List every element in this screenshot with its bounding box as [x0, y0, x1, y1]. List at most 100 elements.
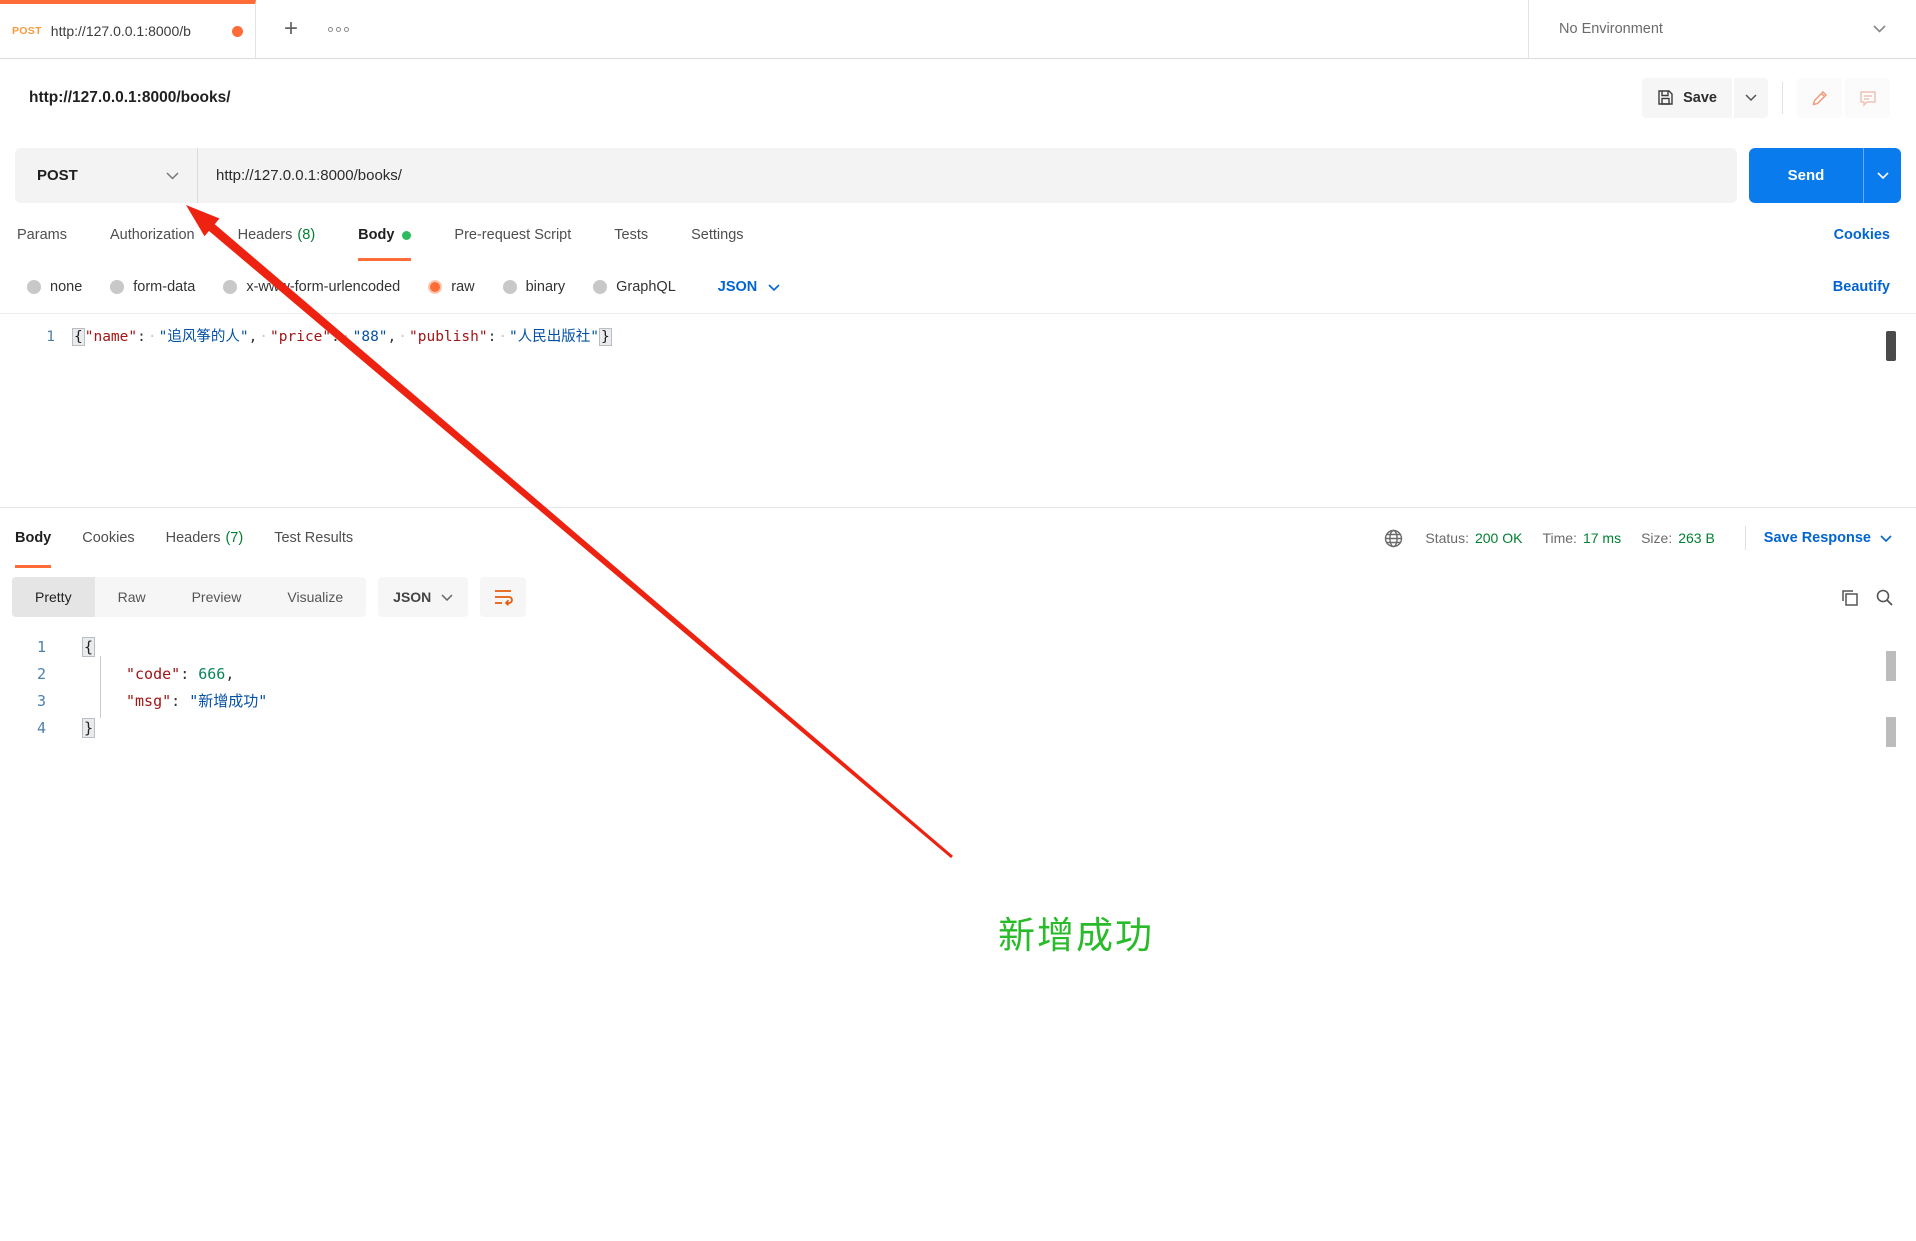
url-input[interactable]: http://127.0.0.1:8000/books/	[198, 167, 402, 184]
radio-urlencoded[interactable]: x-www-form-urlencoded	[223, 279, 400, 295]
open-brace: {	[72, 328, 85, 346]
request-tab[interactable]: POST http://127.0.0.1:8000/b	[0, 0, 256, 58]
tab-pre-request-label: Pre-request Script	[454, 227, 572, 243]
response-view-switch: Pretty Raw Preview Visualize	[12, 577, 367, 617]
headers-count-badge: (8)	[297, 227, 316, 243]
editor-scrollbar[interactable]	[1886, 331, 1896, 361]
tab-tests[interactable]: Tests	[614, 209, 648, 261]
tab-title: http://127.0.0.1:8000/b	[50, 23, 191, 39]
status-label: Status:	[1425, 530, 1469, 546]
environment-label: No Environment	[1559, 21, 1663, 37]
size-label: Size:	[1641, 530, 1673, 546]
globe-icon[interactable]	[1384, 529, 1403, 548]
colon: :	[331, 329, 340, 345]
tab-headers[interactable]: Headers (8)	[238, 209, 316, 261]
radio-form-data-label: form-data	[133, 279, 196, 295]
response-tabs: Body Cookies Headers (7) Test Results St…	[0, 508, 1916, 568]
method-label: POST	[37, 167, 78, 184]
tab-authorization[interactable]: Authorization	[110, 209, 195, 261]
chevron-down-icon	[1876, 172, 1889, 179]
radio-form-data[interactable]: form-data	[110, 279, 195, 295]
json-key: "code"	[126, 664, 181, 683]
pencil-icon	[1811, 90, 1827, 106]
radio-raw[interactable]: raw	[428, 279, 475, 295]
bracket-guide-line	[100, 656, 101, 718]
search-icon[interactable]	[1875, 588, 1894, 607]
chevron-down-icon	[768, 283, 780, 291]
whitespace-dot: ·	[259, 329, 269, 345]
response-body-viewer[interactable]: 1 { 2 "code":666, 3 "msg": "新增成功" 4 }	[0, 626, 1916, 741]
radio-binary[interactable]: binary	[502, 279, 565, 295]
send-button[interactable]: Send	[1749, 148, 1863, 203]
response-tab-body[interactable]: Body	[15, 508, 52, 568]
whitespace-dot: ·	[341, 329, 351, 345]
response-tab-cookies[interactable]: Cookies	[82, 508, 134, 568]
raw-format-dropdown[interactable]: JSON	[718, 279, 781, 295]
chevron-down-icon	[166, 171, 179, 180]
edit-button[interactable]	[1797, 77, 1842, 118]
word-wrap-button[interactable]	[480, 577, 527, 617]
size-value: 263 B	[1678, 530, 1715, 546]
json-value: "新增成功"	[189, 692, 268, 710]
response-toolbar: Pretty Raw Preview Visualize JSON	[0, 568, 1916, 626]
comma: ,	[248, 329, 258, 345]
tab-bar: POST http://127.0.0.1:8000/b + No Enviro…	[0, 0, 1916, 59]
response-tab-test-results[interactable]: Test Results	[274, 508, 353, 568]
request-body-editor[interactable]: 1 {"name": · "追风筝的人", · "price": · "88", · "publ…	[0, 313, 1916, 508]
view-raw[interactable]: Raw	[95, 577, 169, 617]
tab-settings[interactable]: Settings	[691, 209, 743, 261]
json-value: 666	[198, 664, 226, 683]
view-pretty[interactable]: Pretty	[12, 577, 95, 617]
send-options-button[interactable]	[1863, 148, 1901, 203]
cookies-link[interactable]: Cookies	[1834, 209, 1890, 261]
open-brace: {	[82, 636, 96, 657]
save-options-button[interactable]	[1734, 77, 1768, 118]
copy-icon[interactable]	[1840, 588, 1859, 607]
time-label: Time:	[1542, 530, 1577, 546]
view-visualize[interactable]: Visualize	[264, 577, 366, 617]
request-builder-row: POST http://127.0.0.1:8000/books/ Send	[15, 148, 1901, 203]
line-number: 3	[36, 691, 46, 710]
view-preview[interactable]: Preview	[169, 577, 265, 617]
radio-graphql[interactable]: GraphQL	[593, 279, 676, 295]
radio-none-label: none	[50, 279, 83, 295]
tab-settings-label: Settings	[691, 227, 744, 243]
response-tab-headers[interactable]: Headers (7)	[166, 508, 244, 568]
whitespace-dot: ·	[147, 329, 157, 345]
radio-circle-icon	[27, 280, 41, 294]
request-tabs: Params Authorization Headers (8) Body Pr…	[0, 209, 1916, 261]
whitespace-dot: ·	[498, 329, 508, 345]
response-format-label: JSON	[393, 589, 432, 605]
radio-urlencoded-label: x-www-form-urlencoded	[246, 279, 401, 295]
response-format-dropdown[interactable]: JSON	[378, 577, 469, 617]
url-bar: POST http://127.0.0.1:8000/books/	[15, 148, 1737, 203]
chevron-down-icon	[1745, 94, 1757, 101]
response-scrollbar[interactable]	[1886, 717, 1896, 747]
tab-pre-request-script[interactable]: Pre-request Script	[454, 209, 571, 261]
more-tabs-icon[interactable]	[328, 26, 350, 32]
method-dropdown[interactable]: POST	[15, 148, 198, 203]
radio-selected-icon	[428, 280, 443, 294]
code-line: 4 }	[0, 714, 1916, 741]
divider	[1744, 526, 1746, 550]
radio-none[interactable]: none	[27, 279, 82, 295]
new-tab-button[interactable]: +	[284, 17, 298, 41]
beautify-link[interactable]: Beautify	[1833, 279, 1890, 295]
environment-selector[interactable]: No Environment	[1528, 0, 1916, 58]
code-line: 1 {"name": · "追风筝的人", · "price": · "88", · "publ…	[0, 314, 1916, 346]
comments-button[interactable]	[1845, 77, 1890, 118]
colon: :	[487, 329, 497, 345]
save-button[interactable]: Save	[1642, 77, 1732, 118]
line-number: 2	[36, 664, 46, 683]
tab-body[interactable]: Body	[358, 209, 412, 261]
code-line: 1 {	[0, 633, 1916, 660]
body-type-row: none form-data x-www-form-urlencoded raw…	[0, 261, 1916, 313]
save-response-button[interactable]: Save Response	[1764, 530, 1892, 546]
response-scrollbar[interactable]	[1886, 651, 1896, 681]
code-line: 3 "msg": "新增成功"	[0, 687, 1916, 714]
request-header: http://127.0.0.1:8000/books/ Save	[0, 59, 1916, 136]
time-value: 17 ms	[1582, 530, 1622, 546]
tab-params[interactable]: Params	[17, 209, 67, 261]
tab-body-label: Body	[358, 227, 395, 243]
code-line: 2 "code":666,	[0, 660, 1916, 687]
